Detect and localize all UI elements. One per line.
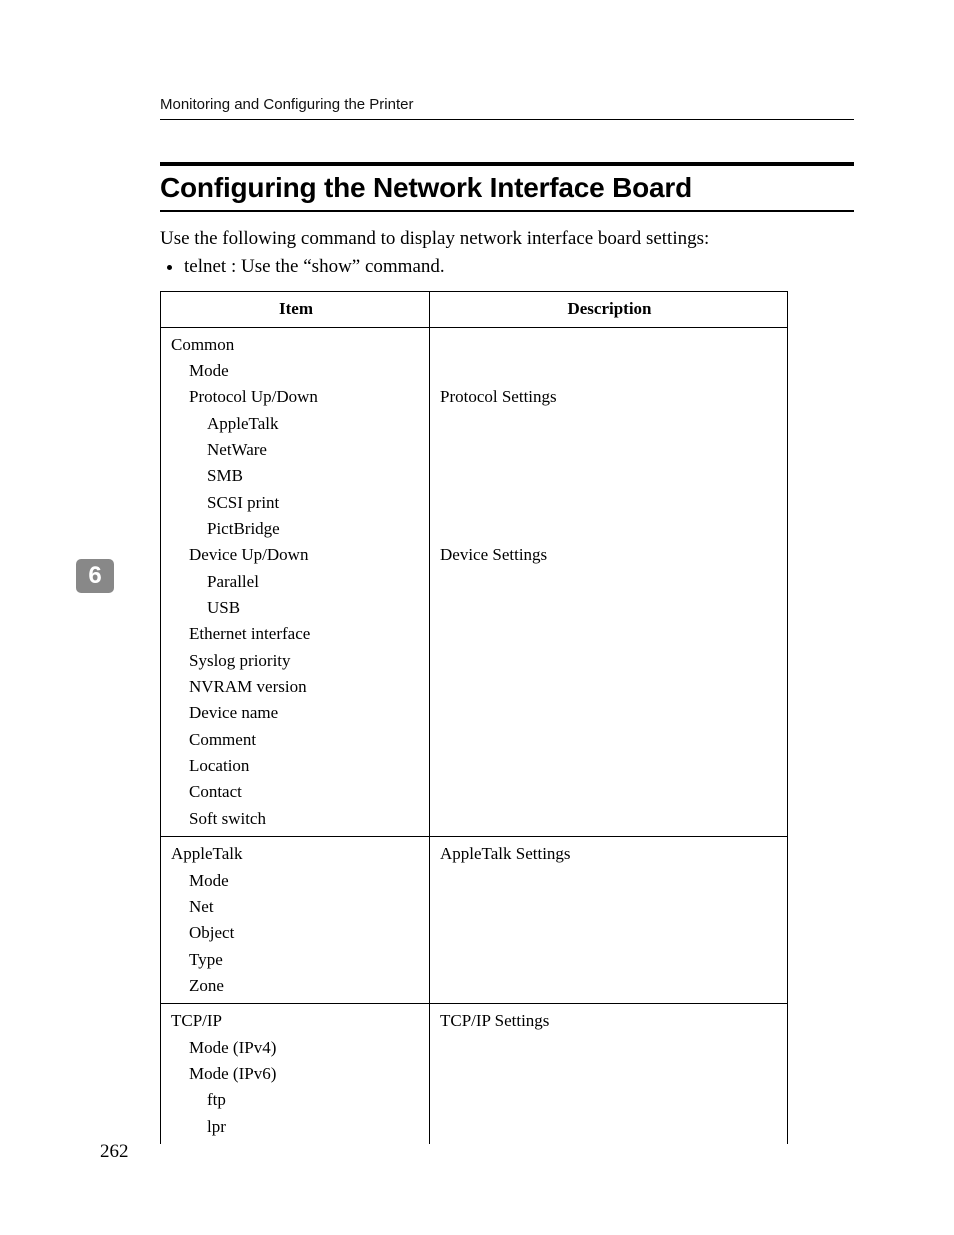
- rule-thin: [160, 210, 854, 212]
- item-line: AppleTalk: [171, 841, 421, 867]
- item-line: Comment: [171, 727, 421, 753]
- chapter-tab: 6: [76, 559, 114, 593]
- description-line: [440, 674, 779, 700]
- item-line: PictBridge: [171, 516, 421, 542]
- rule-thick: [160, 162, 854, 166]
- page: Monitoring and Configuring the Printer C…: [0, 0, 954, 1235]
- description-line: [440, 437, 779, 463]
- description-line: [440, 569, 779, 595]
- item-line: Syslog priority: [171, 648, 421, 674]
- description-line: Device Settings: [440, 542, 779, 568]
- item-line: TCP/IP: [171, 1008, 421, 1034]
- description-line: [440, 947, 779, 973]
- item-line: Mode (IPv6): [171, 1061, 421, 1087]
- item-line: lpr: [171, 1114, 421, 1140]
- description-line: [440, 894, 779, 920]
- description-line: [440, 1087, 779, 1113]
- col-header-item: Item: [161, 292, 430, 327]
- item-line: Contact: [171, 779, 421, 805]
- item-line: Zone: [171, 973, 421, 999]
- item-line: AppleTalk: [171, 411, 421, 437]
- item-line: Object: [171, 920, 421, 946]
- item-cell: TCP/IPMode (IPv4)Mode (IPv6)ftplpr: [161, 1004, 430, 1144]
- description-cell: TCP/IP Settings: [430, 1004, 788, 1144]
- item-line: Common: [171, 332, 421, 358]
- description-cell: AppleTalk Settings: [430, 837, 788, 1004]
- intro-paragraph: Use the following command to display net…: [160, 226, 854, 252]
- description-line: [440, 490, 779, 516]
- description-line: AppleTalk Settings: [440, 841, 779, 867]
- item-line: ftp: [171, 1087, 421, 1113]
- item-line: NVRAM version: [171, 674, 421, 700]
- description-line: [440, 753, 779, 779]
- description-line: Protocol Settings: [440, 384, 779, 410]
- description-line: [440, 648, 779, 674]
- item-line: NetWare: [171, 437, 421, 463]
- item-line: Mode: [171, 358, 421, 384]
- description-line: [440, 727, 779, 753]
- bullet-list: telnet : Use the “show” command.: [160, 254, 854, 280]
- running-head: Monitoring and Configuring the Printer: [160, 96, 854, 120]
- description-line: [440, 868, 779, 894]
- table-row: AppleTalkModeNetObjectTypeZone AppleTalk …: [161, 837, 788, 1004]
- item-line: Device Up/Down: [171, 542, 421, 568]
- item-line: Mode: [171, 868, 421, 894]
- description-line: [440, 332, 779, 358]
- description-line: TCP/IP Settings: [440, 1008, 779, 1034]
- item-line: Device name: [171, 700, 421, 726]
- description-line: [440, 516, 779, 542]
- table-header-row: Item Description: [161, 292, 788, 327]
- item-cell: CommonModeProtocol Up/DownAppleTalkNetWa…: [161, 327, 430, 837]
- item-line: Ethernet interface: [171, 621, 421, 647]
- description-line: [440, 463, 779, 489]
- description-cell: Protocol Settings Device Settings: [430, 327, 788, 837]
- item-line: Parallel: [171, 569, 421, 595]
- description-line: [440, 621, 779, 647]
- item-line: Type: [171, 947, 421, 973]
- description-line: [440, 779, 779, 805]
- settings-table: Item Description CommonModeProtocol Up/D…: [160, 291, 788, 1144]
- description-line: [440, 806, 779, 832]
- item-line: Location: [171, 753, 421, 779]
- description-line: [440, 1035, 779, 1061]
- item-line: SMB: [171, 463, 421, 489]
- description-line: [440, 595, 779, 621]
- table-row: CommonModeProtocol Up/DownAppleTalkNetWa…: [161, 327, 788, 837]
- description-line: [440, 1061, 779, 1087]
- description-line: [440, 358, 779, 384]
- section-title: Configuring the Network Interface Board: [160, 172, 854, 204]
- item-line: Soft switch: [171, 806, 421, 832]
- item-line: USB: [171, 595, 421, 621]
- item-line: Mode (IPv4): [171, 1035, 421, 1061]
- col-header-description: Description: [430, 292, 788, 327]
- table-row: TCP/IPMode (IPv4)Mode (IPv6)ftplprTCP/IP…: [161, 1004, 788, 1144]
- page-number: 262: [100, 1141, 129, 1163]
- bullet-item: telnet : Use the “show” command.: [184, 254, 854, 280]
- description-line: [440, 973, 779, 999]
- item-cell: AppleTalkModeNetObjectTypeZone: [161, 837, 430, 1004]
- description-line: [440, 920, 779, 946]
- item-line: Net: [171, 894, 421, 920]
- item-line: Protocol Up/Down: [171, 384, 421, 410]
- description-line: [440, 411, 779, 437]
- item-line: SCSI print: [171, 490, 421, 516]
- description-line: [440, 700, 779, 726]
- description-line: [440, 1114, 779, 1140]
